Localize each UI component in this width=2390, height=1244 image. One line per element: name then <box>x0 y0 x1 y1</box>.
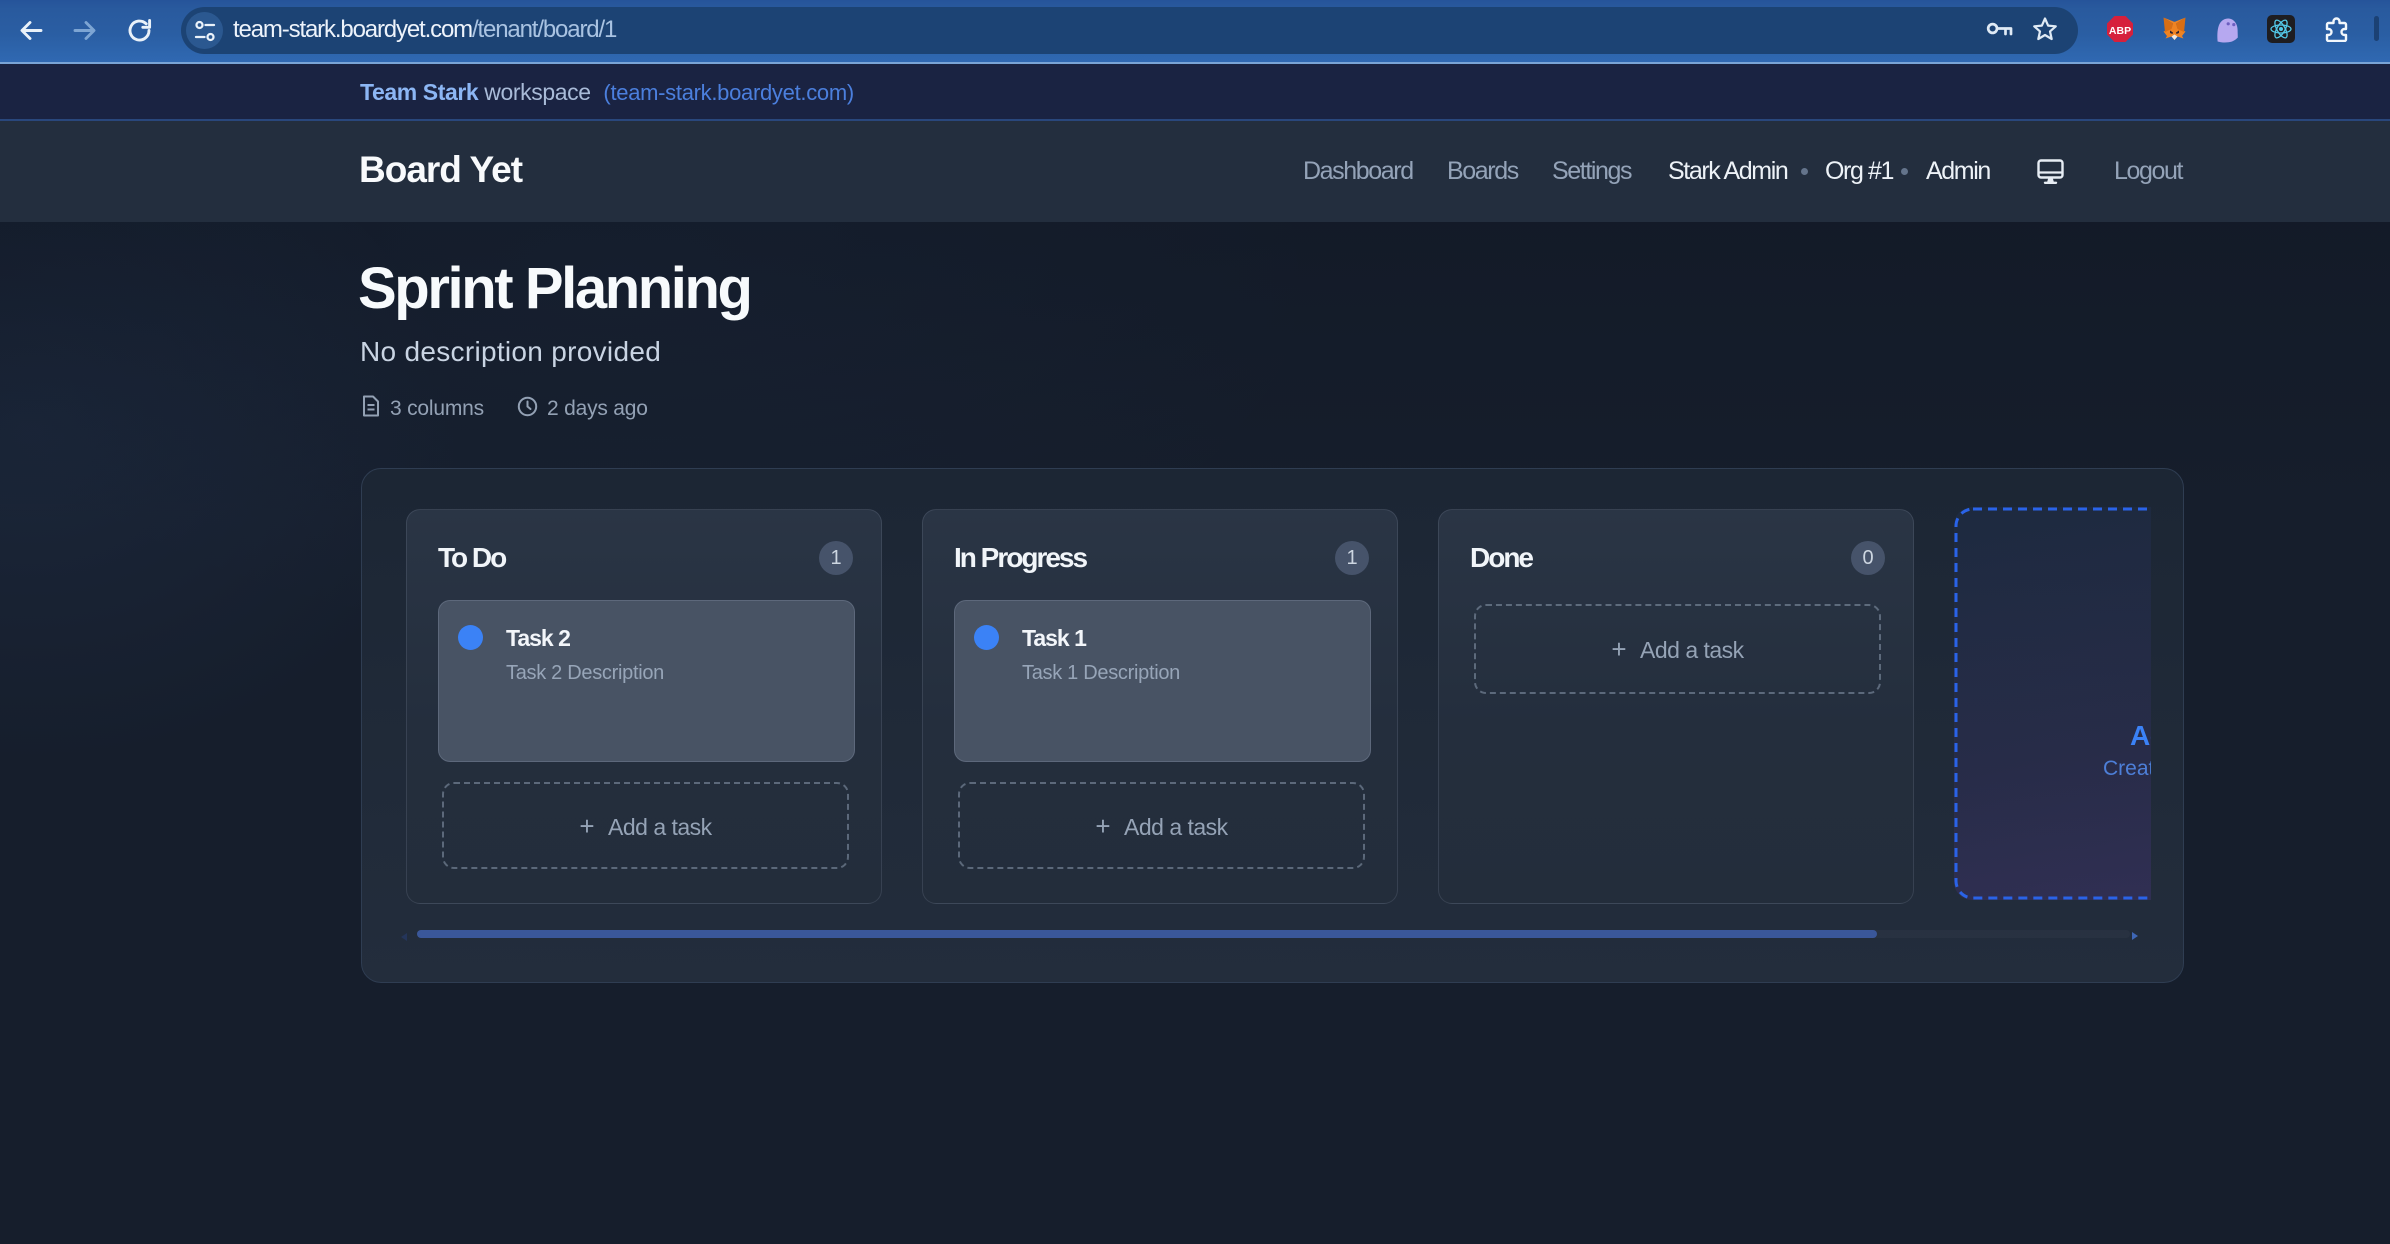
svg-text:ABP: ABP <box>2109 25 2131 37</box>
